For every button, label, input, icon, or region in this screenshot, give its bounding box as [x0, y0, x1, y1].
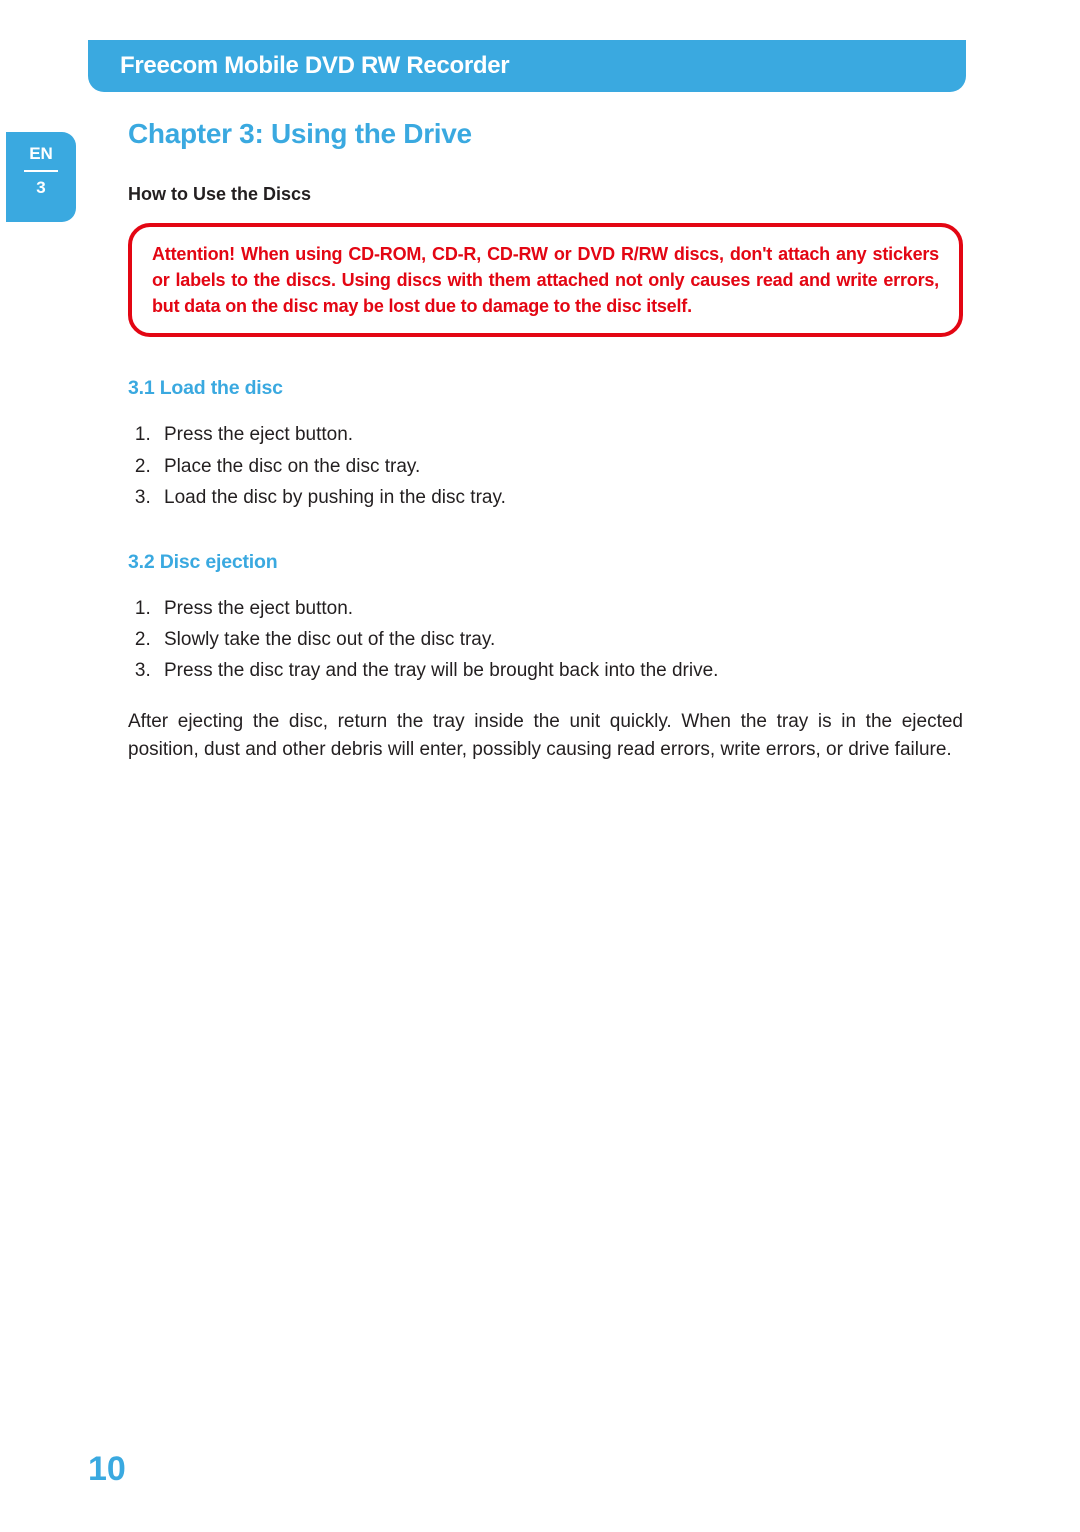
side-tab: EN 3 [6, 132, 76, 222]
side-tab-chapter: 3 [6, 178, 76, 198]
step-item: Load the disc by pushing in the disc tra… [156, 483, 963, 512]
eject-note: After ejecting the disc, return the tray… [128, 708, 963, 765]
side-tab-divider [24, 170, 58, 172]
chapter-title: Chapter 3: Using the Drive [128, 118, 963, 150]
side-tab-language: EN [6, 144, 76, 164]
warning-text: Attention! When using CD-ROM, CD-R, CD-R… [152, 244, 939, 316]
step-item: Press the eject button. [156, 594, 963, 623]
steps-load: Press the eject button. Place the disc o… [128, 420, 963, 512]
step-item: Press the disc tray and the tray will be… [156, 656, 963, 685]
page-content: Chapter 3: Using the Drive How to Use th… [128, 118, 963, 785]
steps-eject: Press the eject button. Slowly take the … [128, 594, 963, 686]
warning-box: Attention! When using CD-ROM, CD-R, CD-R… [128, 223, 963, 337]
page-number: 10 [88, 1450, 126, 1489]
section-title: How to Use the Discs [128, 184, 963, 205]
step-item: Slowly take the disc out of the disc tra… [156, 625, 963, 654]
subsection-title-load: 3.1 Load the disc [128, 377, 963, 400]
step-item: Press the eject button. [156, 420, 963, 449]
document-header: Freecom Mobile DVD RW Recorder [88, 40, 966, 92]
step-item: Place the disc on the disc tray. [156, 452, 963, 481]
document-title: Freecom Mobile DVD RW Recorder [120, 52, 509, 80]
subsection-title-eject: 3.2 Disc ejection [128, 551, 963, 574]
